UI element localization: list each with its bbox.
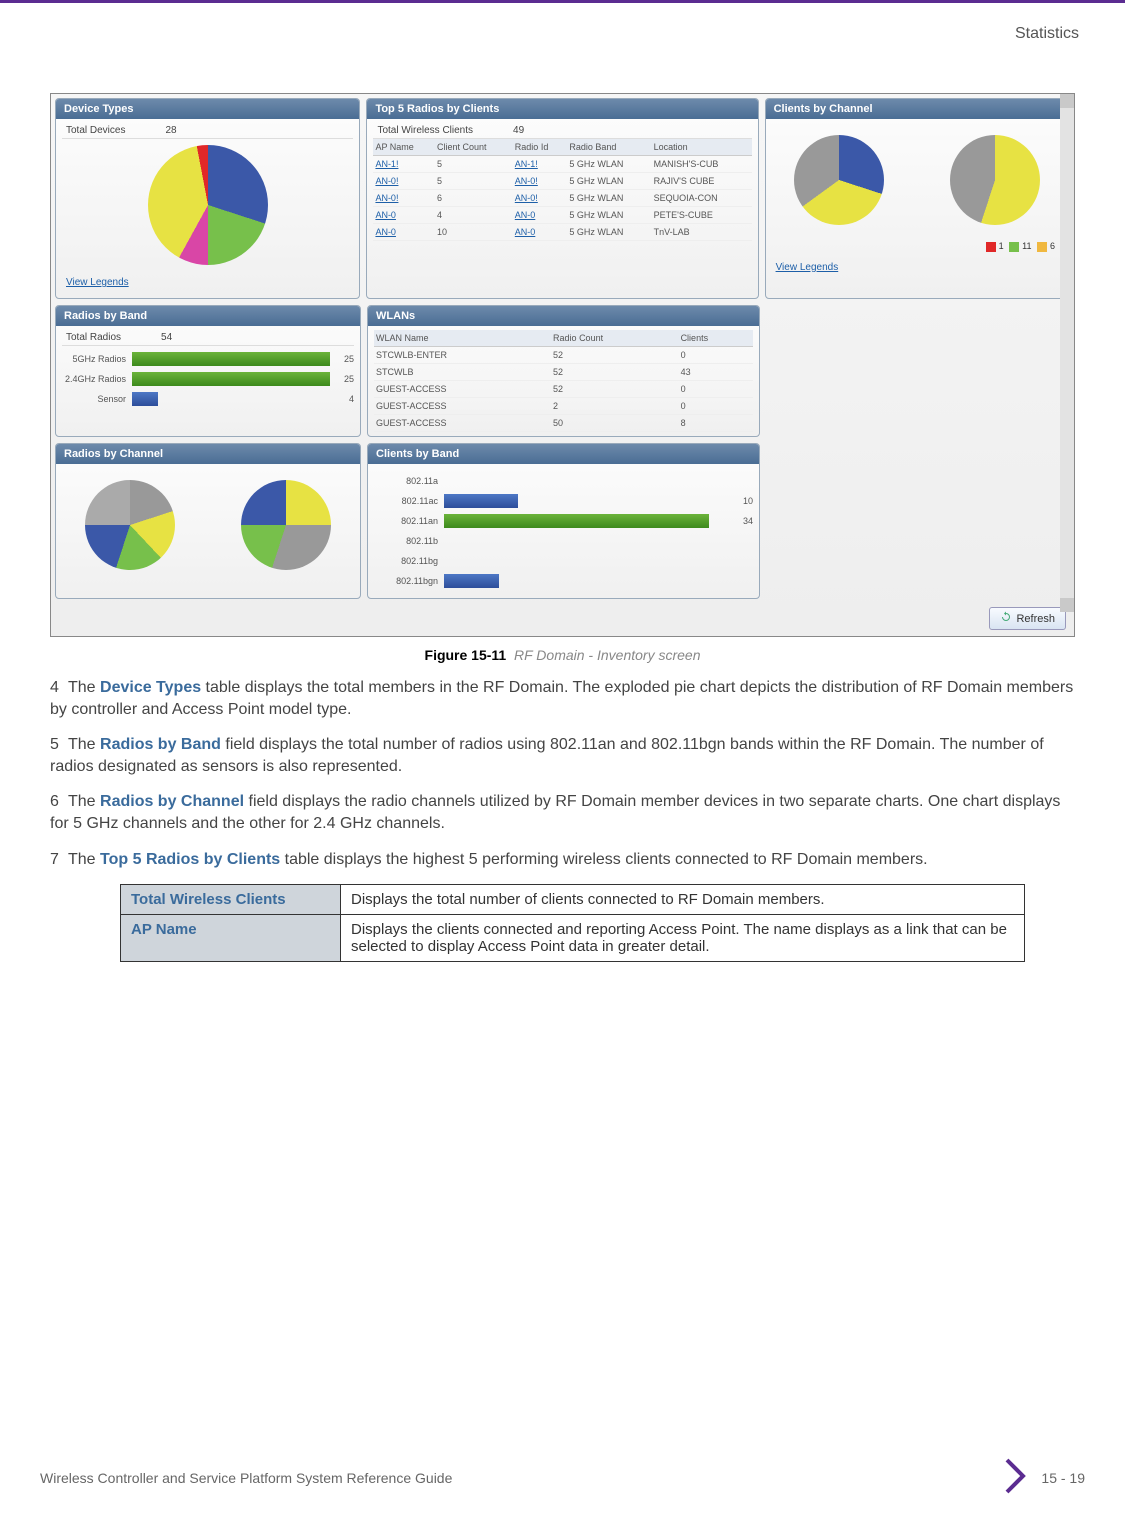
table-row: AN-04AN-05 GHz WLANPETE'S-CUBE (373, 207, 751, 224)
refresh-button[interactable]: Refresh (989, 607, 1066, 630)
bar-row: 2.4GHz Radios25 (62, 372, 354, 386)
ap-link[interactable]: AN-0 (375, 210, 396, 220)
col-ap[interactable]: AP Name (373, 139, 435, 156)
clients-channel-pie-2 (950, 135, 1040, 225)
label: Total Wireless Clients (377, 125, 473, 136)
label: Total Devices (66, 125, 125, 136)
refresh-label: Refresh (1016, 613, 1055, 625)
table-row: STCWLB5243 (374, 364, 753, 381)
row-desc: Displays the clients connected and repor… (341, 915, 1025, 962)
bar-row: Sensor4 (62, 392, 354, 406)
value: 28 (165, 125, 176, 136)
refresh-icon (1000, 611, 1012, 626)
bar-row: 802.11ac10 (374, 494, 753, 508)
panel-device-types: Device Types Total Devices 28 View Legend… (55, 98, 360, 299)
panel-title: Radios by Channel (56, 444, 360, 464)
radio-link[interactable]: AN-0 (515, 210, 536, 220)
ap-link[interactable]: AN-0! (375, 193, 398, 203)
panel-top5-radios: Top 5 Radios by Clients Total Wireless C… (366, 98, 758, 299)
para-7: 7The Top 5 Radios by Clients table displ… (50, 849, 1075, 871)
figure-caption: Figure 15-11 RF Domain - Inventory scree… (40, 647, 1085, 663)
section-label: Statistics (40, 23, 1085, 53)
radios-channel-pie-2 (241, 480, 331, 570)
panel-wlans: WLANs WLAN Name Radio Count Clients STCW… (367, 305, 760, 437)
inventory-screenshot: Device Types Total Devices 28 View Legend… (50, 93, 1075, 637)
clients-channel-pie-1 (794, 135, 884, 225)
table-row: GUEST-ACCESS520 (374, 381, 753, 398)
panel-title: WLANs (368, 306, 759, 326)
device-types-pie (148, 145, 268, 265)
panel-clients-by-channel: Clients by Channel 1 11 6 View Legends (765, 98, 1070, 299)
ap-link[interactable]: AN-0! (375, 176, 398, 186)
value: 54 (161, 332, 172, 343)
panel-radios-by-channel: Radios by Channel (55, 443, 361, 599)
radio-link[interactable]: AN-1! (515, 159, 538, 169)
panel-title: Clients by Channel (766, 99, 1069, 119)
radio-link[interactable]: AN-0! (515, 176, 538, 186)
table-row: GUEST-ACCESS20 (374, 398, 753, 415)
panel-title: Radios by Band (56, 306, 360, 326)
bar-row: 802.11b (374, 534, 753, 548)
col-loc[interactable]: Location (652, 139, 752, 156)
col-radio-count[interactable]: Radio Count (551, 330, 679, 347)
para-6: 6The Radios by Channel field displays th… (50, 791, 1075, 834)
bar-row: 5GHz Radios25 (62, 352, 354, 366)
panel-title: Clients by Band (368, 444, 759, 464)
wlans-table: WLAN Name Radio Count Clients STCWLB-ENT… (374, 330, 753, 432)
table-row: STCWLB-ENTER520 (374, 347, 753, 364)
row-label: AP Name (121, 915, 341, 962)
col-band[interactable]: Radio Band (567, 139, 651, 156)
para-5: 5The Radios by Band field displays the t… (50, 734, 1075, 777)
bar-row: 802.11bgn (374, 574, 753, 588)
label: Total Radios (66, 332, 121, 343)
ap-link[interactable]: AN-0 (375, 227, 396, 237)
doc-title: Wireless Controller and Service Platform… (40, 1470, 452, 1486)
table-row: AN-0!6AN-0!5 GHz WLANSEQUOIA-CON (373, 190, 751, 207)
ap-link[interactable]: AN-1! (375, 159, 398, 169)
bar-row: 802.11a (374, 474, 753, 488)
value: 49 (513, 125, 524, 136)
scrollbar[interactable] (1060, 94, 1074, 612)
panel-title: Top 5 Radios by Clients (367, 99, 757, 119)
col-count[interactable]: Client Count (435, 139, 513, 156)
col-clients[interactable]: Clients (679, 330, 753, 347)
radio-link[interactable]: AN-0! (515, 193, 538, 203)
description-table: Total Wireless ClientsDisplays the total… (120, 884, 1025, 962)
col-wlan[interactable]: WLAN Name (374, 330, 551, 347)
top5-table: AP Name Client Count Radio Id Radio Band… (373, 139, 751, 241)
table-row: AN-0!5AN-0!5 GHz WLANRAJIV'S CUBE (373, 173, 751, 190)
bar-row: 802.11bg (374, 554, 753, 568)
radio-link[interactable]: AN-0 (515, 227, 536, 237)
legend: 1 11 6 (772, 237, 1063, 256)
row-label: Total Wireless Clients (121, 885, 341, 915)
col-rid[interactable]: Radio Id (513, 139, 568, 156)
page-footer: Wireless Controller and Service Platform… (40, 1458, 1085, 1497)
panel-clients-by-band: Clients by Band 802.11a 802.11ac10 802.11a… (367, 443, 760, 599)
para-4: 4The Device Types table displays the tot… (50, 677, 1075, 720)
panel-radios-by-band: Radios by Band Total Radios 54 5GHz Radio… (55, 305, 361, 437)
view-legends-link[interactable]: View Legends (62, 271, 133, 294)
table-row: GUEST-ACCESS508 (374, 415, 753, 432)
radios-channel-pie-1 (85, 480, 175, 570)
chevron-icon (997, 1458, 1033, 1497)
panel-title: Device Types (56, 99, 359, 119)
page-number: 15 - 19 (1041, 1470, 1085, 1486)
view-legends-link[interactable]: View Legends (772, 256, 843, 279)
row-desc: Displays the total number of clients con… (341, 885, 1025, 915)
bar-row: 802.11an34 (374, 514, 753, 528)
table-row: AN-1!5AN-1!5 GHz WLANMANISH'S-CUB (373, 156, 751, 173)
table-row: AN-010AN-05 GHz WLANTnV-LAB (373, 224, 751, 241)
